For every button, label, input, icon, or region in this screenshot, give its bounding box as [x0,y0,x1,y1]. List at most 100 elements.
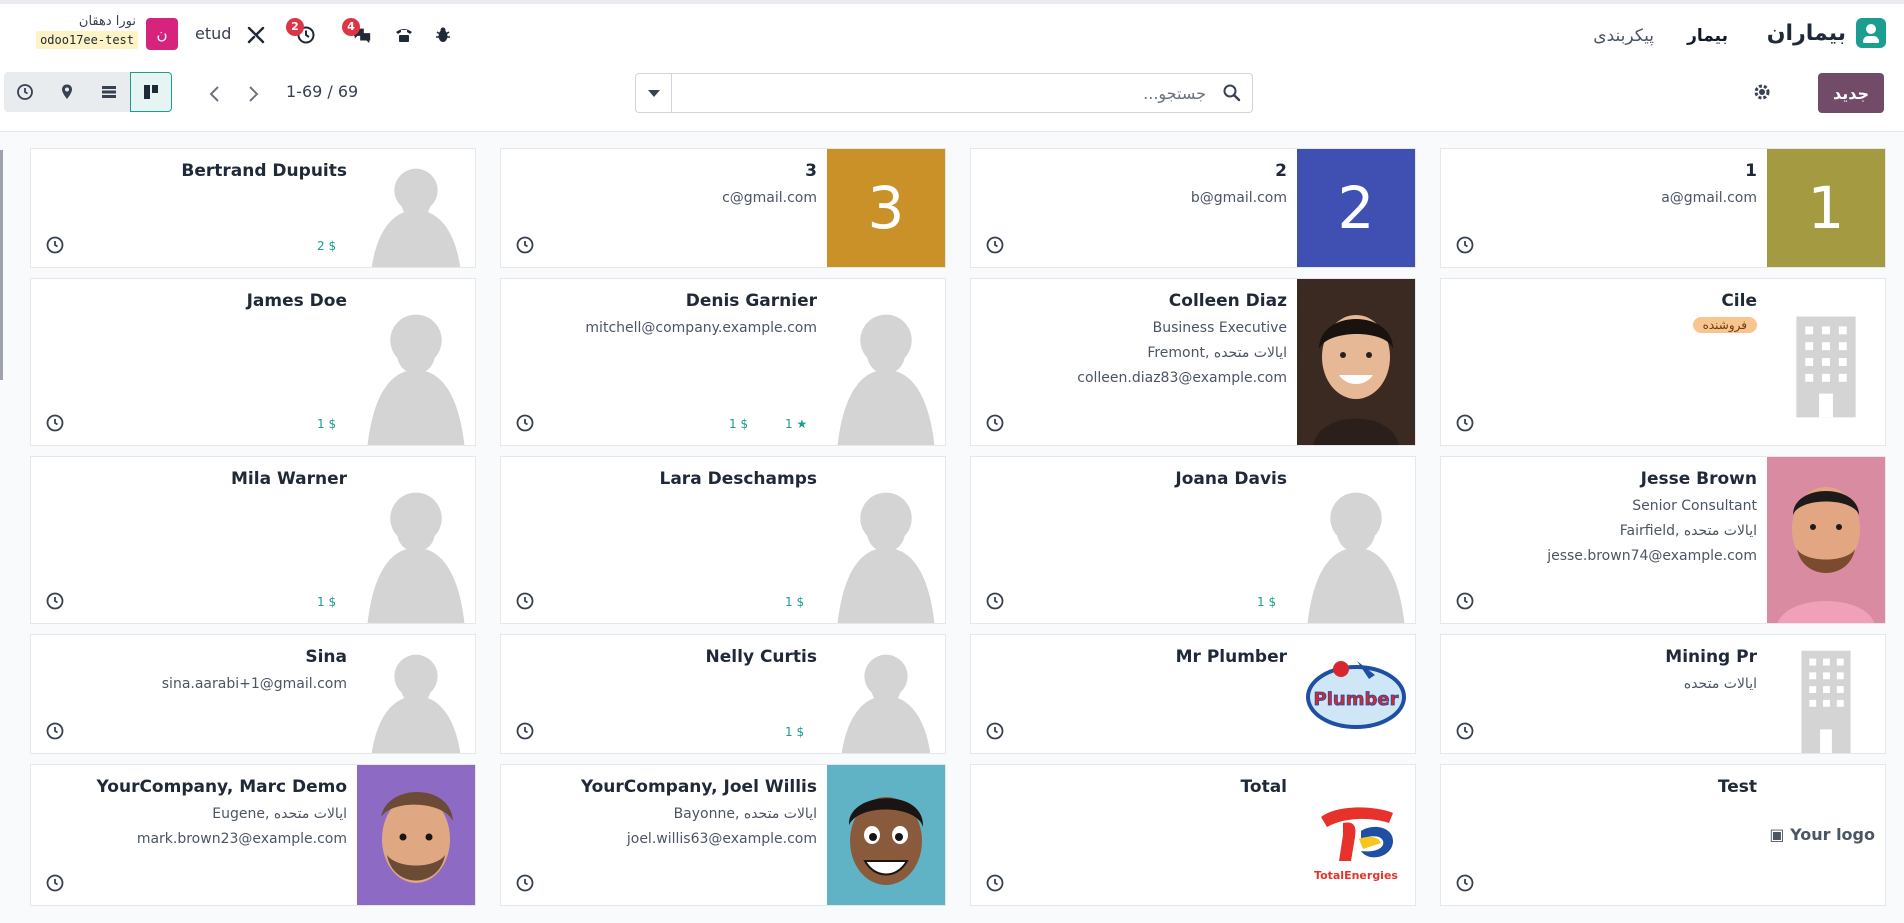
scrollbar[interactable] [0,150,3,380]
card-email: sina.aarabi+1@gmail.com [161,676,347,692]
record-initial-image: 3 [827,149,945,267]
activity-clock-icon[interactable] [515,721,535,741]
activity-clock-icon[interactable] [515,235,535,255]
kanban-card[interactable]: Sina sina.aarabi+1@gmail.com [30,634,476,754]
kanban-card[interactable]: James Doe 1 $ [30,278,476,446]
sale-amount-badge[interactable]: 1 $ [785,725,804,739]
app-brand[interactable]: بیماران [1767,18,1886,48]
sale-amount-badge[interactable]: 1 $ [729,417,748,431]
sale-amount-badge[interactable]: 2 $ [317,239,336,253]
kanban-card[interactable]: TotalEnergies Total [970,764,1416,906]
card-title: 1 [1745,161,1757,181]
control-panel: جدید 1-69 / 69 [0,62,1904,132]
kanban-grid: 1 1 a@gmail.com 2 2 b@gmail.com 3 3 c@gm… [25,148,1886,923]
card-email: colleen.diaz83@example.com [1077,370,1287,386]
company-switcher[interactable]: etud [195,24,231,43]
activity-clock-icon[interactable] [985,591,1005,611]
record-initial-image: 2 [1297,149,1415,267]
card-title: 2 [1275,161,1287,181]
kanban-card[interactable]: YourCompany, Joel Willis Bayonne, ایالات… [500,764,946,906]
kanban-card[interactable]: Colleen Diaz Business Executive Fremont,… [970,278,1416,446]
activity-badge: 2 [286,18,304,36]
kanban-card[interactable]: Cile فروشنده [1440,278,1886,446]
kanban-card[interactable]: Mining Pr ایالات متحده [1440,634,1886,754]
phone-icon[interactable] [392,24,416,46]
activity-clock-icon[interactable] [45,721,65,741]
activity-clock-icon[interactable] [45,413,65,433]
kanban-card[interactable]: Joana Davis 1 $ [970,456,1416,624]
kanban-card[interactable]: Bertrand Dupuits 2 $ [30,148,476,268]
database-name: odoo17ee-test [36,31,138,49]
map-view-button[interactable] [46,72,88,112]
plumber-logo-text: Plumber [1314,689,1399,710]
kanban-card[interactable]: Mila Warner 1 $ [30,456,476,624]
pager-previous-button[interactable] [198,77,232,111]
activity-clock-icon[interactable] [1455,413,1475,433]
top-navbar: بیماران بیمار پیکربندی نورا دهقان odoo17… [0,0,1904,62]
activity-clock-icon[interactable] [515,413,535,433]
activity-clock-icon[interactable] [45,591,65,611]
kanban-card[interactable]: 1 1 a@gmail.com [1440,148,1886,268]
menu-configuration[interactable]: پیکربندی [1593,26,1654,46]
activity-clock-icon[interactable] [1455,235,1475,255]
activity-clock-icon[interactable] [1455,591,1475,611]
sale-amount-badge[interactable]: 1 $ [1257,595,1276,609]
kanban-view-button[interactable] [130,72,172,112]
pager-next-button[interactable] [236,77,270,111]
gear-icon[interactable] [1752,82,1772,102]
search-icon[interactable] [1222,83,1242,103]
contact-avatar-cartoon [827,765,945,905]
tools-icon[interactable] [244,24,268,46]
kanban-card[interactable]: Plumber Mr Plumber [970,634,1416,754]
person-placeholder-icon [357,635,475,753]
activity-clock-icon[interactable] [45,873,65,893]
activity-clock-icon[interactable] [515,591,535,611]
card-email: joel.willis63@example.com [626,831,817,847]
bug-icon[interactable] [431,24,455,46]
list-view-button[interactable] [88,72,130,112]
activity-clock-icon[interactable] [985,721,1005,741]
sale-amount-badge[interactable]: 1 $ [317,595,336,609]
sale-amount-badge[interactable]: 1 $ [785,595,804,609]
kanban-card[interactable]: YourCompany, Marc Demo Eugene, ایالات مت… [30,764,476,906]
search-input[interactable] [676,74,1206,112]
card-title: Colleen Diaz [1168,291,1287,311]
activity-view-button[interactable] [4,72,46,112]
pager-value[interactable]: 1-69 / 69 [286,82,358,101]
card-email: jesse.brown74@example.com [1547,548,1757,564]
kanban-card[interactable]: Nelly Curtis 1 $ [500,634,946,754]
kanban-card[interactable]: Jesse Brown Senior Consultant Fairfield,… [1440,456,1886,624]
card-title: Cile [1721,291,1757,311]
activity-clock-icon[interactable] [515,873,535,893]
person-placeholder-icon [827,457,945,623]
activity-clock-icon[interactable] [1455,873,1475,893]
card-email: a@gmail.com [1661,190,1757,206]
card-email: b@gmail.com [1190,190,1287,206]
new-button[interactable]: جدید [1818,73,1884,113]
person-placeholder-icon [1297,457,1415,623]
card-title: YourCompany, Joel Willis [580,777,817,797]
card-email: c@gmail.com [722,190,817,206]
kanban-card[interactable]: Denis Garnier mitchell@company.example.c… [500,278,946,446]
activity-clock-icon[interactable] [45,235,65,255]
activity-clock-icon[interactable] [1455,721,1475,741]
kanban-card[interactable]: 2 2 b@gmail.com [970,148,1416,268]
rating-badge[interactable]: 1 ★ [785,417,807,431]
category-tag: فروشنده [1692,317,1757,333]
menu-patients[interactable]: بیمار [1687,26,1728,46]
activity-clock-icon[interactable]: 2 [286,18,318,46]
kanban-card[interactable]: Lara Deschamps 1 $ [500,456,946,624]
kanban-card[interactable]: 3 3 c@gmail.com [500,148,946,268]
card-title: James Doe [246,291,347,311]
search-options-toggle[interactable] [636,74,672,112]
card-title: Sina [305,647,347,667]
messages-icon[interactable]: 4 [342,18,374,46]
patient-app-icon [1856,18,1886,48]
user-menu[interactable]: نورا دهقان odoo17ee-test [6,14,138,49]
activity-clock-icon[interactable] [985,235,1005,255]
user-avatar[interactable]: ن [146,18,178,50]
kanban-card[interactable]: ▣ Your logo Test [1440,764,1886,906]
activity-clock-icon[interactable] [985,873,1005,893]
activity-clock-icon[interactable] [985,413,1005,433]
sale-amount-badge[interactable]: 1 $ [317,417,336,431]
